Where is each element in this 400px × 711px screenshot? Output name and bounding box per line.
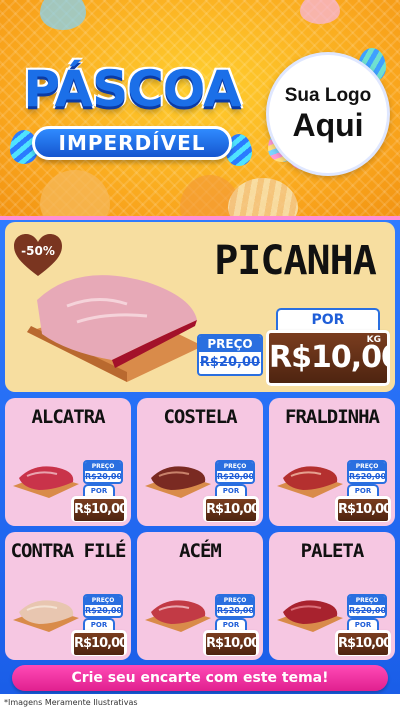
product-card[interactable]: ALCATRA PREÇO R$20,00 POR R$10,00 bbox=[5, 398, 131, 526]
featured-product-name: PICANHA bbox=[214, 238, 377, 284]
old-price-label: PREÇO bbox=[217, 596, 253, 605]
new-price-box: POR R$10,00 bbox=[335, 484, 391, 522]
new-price-value: R$10,00 bbox=[71, 630, 127, 656]
egg-decoration-icon bbox=[300, 0, 340, 24]
old-price-value: R$20,00 bbox=[217, 472, 255, 481]
old-price-value: R$20,00 bbox=[85, 472, 123, 481]
product-card[interactable]: ACÉM PREÇO R$20,00 POR R$10,00 bbox=[137, 532, 263, 660]
new-price-label: POR bbox=[215, 618, 247, 630]
featured-old-price-box: PREÇO R$20,00 bbox=[197, 334, 263, 376]
new-price-label: POR bbox=[276, 308, 380, 330]
new-price-amount: R$10,00 bbox=[269, 340, 390, 375]
new-price-value: R$10,00 bbox=[71, 496, 127, 522]
page-title: PÁSCOA bbox=[23, 60, 241, 118]
new-price-box: POR R$10,00 bbox=[71, 618, 127, 656]
new-price-value: R$10,00 bbox=[335, 630, 391, 656]
discount-label: -50% bbox=[21, 244, 55, 258]
product-name: FRALDINHA bbox=[285, 406, 380, 428]
new-price-label: POR bbox=[347, 484, 379, 496]
old-price-value: R$20,00 bbox=[349, 606, 387, 615]
product-card[interactable]: PALETA PREÇO R$20,00 POR R$10,00 bbox=[269, 532, 395, 660]
egg-decoration-icon bbox=[228, 178, 298, 216]
product-card[interactable]: CONTRA FILÉ PREÇO R$20,00 POR R$10,00 bbox=[5, 532, 131, 660]
new-price-label: POR bbox=[347, 618, 379, 630]
new-price-box: POR R$10,00 bbox=[203, 484, 259, 522]
product-card[interactable]: COSTELA PREÇO R$20,00 POR R$10,00 bbox=[137, 398, 263, 526]
new-price-value: R$10,00 KG bbox=[266, 330, 390, 386]
logo-line-2: Aqui bbox=[292, 107, 364, 143]
old-price-label: PREÇO bbox=[349, 596, 385, 605]
old-price-value: R$20,00 bbox=[217, 606, 255, 615]
product-card[interactable]: FRALDINHA PREÇO R$20,00 POR R$10,00 bbox=[269, 398, 395, 526]
egg-decoration-icon bbox=[40, 0, 86, 30]
featured-new-price-box: POR R$10,00 KG bbox=[266, 308, 390, 386]
old-price-box: PREÇO R$20,00 bbox=[347, 594, 387, 618]
new-price-box: POR R$10,00 bbox=[71, 484, 127, 522]
old-price-box: PREÇO R$20,00 bbox=[215, 460, 255, 484]
logo-line-1: Sua Logo bbox=[284, 85, 372, 106]
old-price-label: PREÇO bbox=[349, 462, 385, 471]
new-price-label: POR bbox=[215, 484, 247, 496]
page-subtitle-badge: IMPERDÍVEL bbox=[32, 126, 232, 160]
old-price-value: R$20,00 bbox=[349, 472, 387, 481]
old-price-label: PREÇO bbox=[199, 336, 261, 352]
price-unit: KG bbox=[366, 335, 381, 345]
old-price-box: PREÇO R$20,00 bbox=[215, 594, 255, 618]
product-name: ACÉM bbox=[179, 540, 222, 562]
old-price-label: PREÇO bbox=[217, 462, 253, 471]
egg-decoration-icon bbox=[40, 170, 110, 216]
product-name: ALCATRA bbox=[31, 406, 105, 428]
old-price-value: R$20,00 bbox=[199, 355, 261, 370]
footer-disclaimer: *Imagens Meramente Ilustrativas bbox=[0, 694, 400, 711]
new-price-value: R$10,00 bbox=[335, 496, 391, 522]
new-price-value: R$10,00 bbox=[203, 496, 259, 522]
product-name: COSTELA bbox=[163, 406, 237, 428]
new-price-box: POR R$10,00 bbox=[203, 618, 259, 656]
new-price-box: POR R$10,00 bbox=[335, 618, 391, 656]
old-price-label: PREÇO bbox=[85, 462, 121, 471]
product-name: PALETA bbox=[300, 540, 365, 562]
old-price-label: PREÇO bbox=[85, 596, 121, 605]
discount-heart-badge: -50% bbox=[12, 232, 64, 278]
new-price-label: POR bbox=[83, 484, 115, 496]
product-name: CONTRA FILÉ bbox=[10, 540, 127, 562]
old-price-value: R$20,00 bbox=[85, 606, 123, 615]
new-price-value: R$10,00 bbox=[203, 630, 259, 656]
old-price-box: PREÇO R$20,00 bbox=[83, 460, 123, 484]
old-price-box: PREÇO R$20,00 bbox=[347, 460, 387, 484]
new-price-label: POR bbox=[83, 618, 115, 630]
header-banner: PÁSCOA IMPERDÍVEL Sua Logo Aqui bbox=[0, 0, 400, 216]
create-flyer-button[interactable]: Crie seu encarte com este tema! bbox=[12, 665, 388, 691]
store-logo-placeholder[interactable]: Sua Logo Aqui bbox=[266, 52, 390, 176]
old-price-box: PREÇO R$20,00 bbox=[83, 594, 123, 618]
